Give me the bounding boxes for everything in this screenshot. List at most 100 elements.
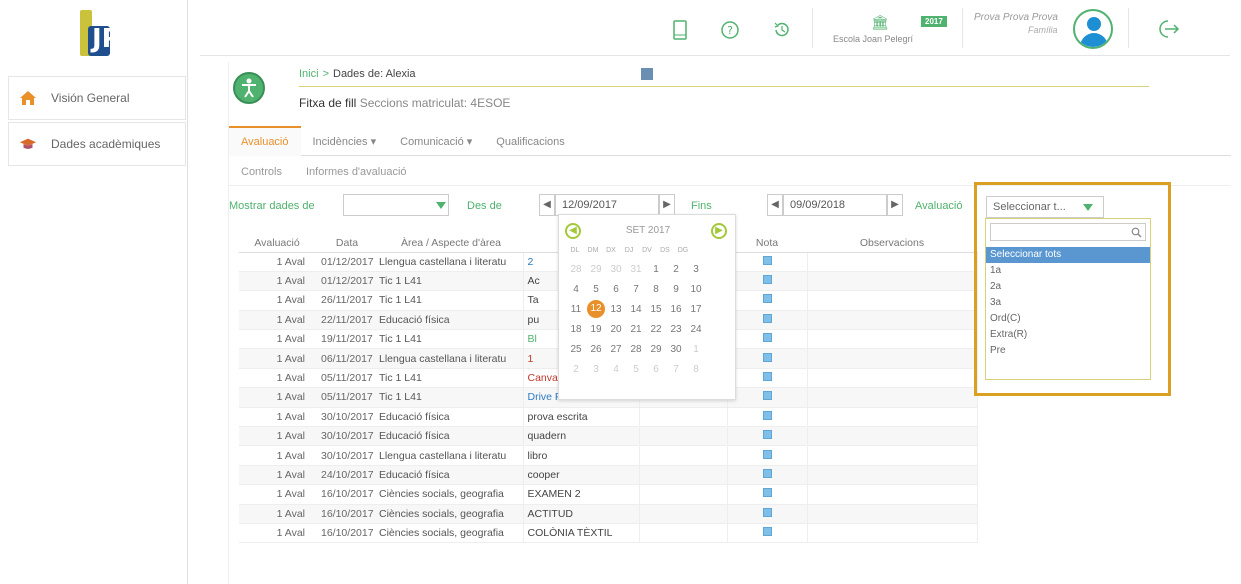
dropdown-option[interactable]: 1a [986,263,1150,279]
calendar-day[interactable]: 30 [607,264,625,275]
calendar-day[interactable]: 19 [587,324,605,335]
calendar-day[interactable]: 28 [567,264,585,275]
calendar-day[interactable]: 17 [687,304,705,315]
calendar-day[interactable]: 6 [607,284,625,295]
table-row[interactable]: 1 Aval 16/10/2017 Ciències socials, geogra… [239,504,978,524]
note-icon[interactable] [762,313,772,323]
calendar-day[interactable]: 1 [647,264,665,275]
cell-nota[interactable] [727,329,808,350]
calendar-day[interactable]: 21 [627,324,645,335]
tab-qualificacions[interactable]: Qualificacions [484,126,576,156]
note-icon[interactable] [762,372,772,382]
calendar-day[interactable]: 18 [567,324,585,335]
note-icon[interactable] [762,255,772,265]
calendar-day[interactable]: 7 [667,364,685,375]
calendar-day[interactable]: 1 [687,344,705,355]
cell-nota[interactable] [727,290,808,311]
table-row[interactable]: 1 Aval 30/10/2017 Educació física quadern [239,426,978,447]
tab-comunicacio[interactable]: Comunicació ▾ [388,126,484,156]
cell-nota[interactable] [727,407,808,428]
app-logo[interactable]: JP [74,6,121,62]
calendar-day[interactable]: 20 [607,324,625,335]
cell-nota[interactable] [727,465,808,486]
calendar-day[interactable]: 10 [687,284,705,295]
dropdown-option[interactable]: Pre [986,343,1150,359]
note-icon[interactable] [762,333,772,343]
avaluacio-select[interactable]: Seleccionar t... [986,196,1104,218]
table-row[interactable]: 1 Aval 24/10/2017 Educació física cooper [239,465,978,486]
cell-nota[interactable] [727,504,808,524]
calendar-day[interactable]: 9 [667,284,685,295]
student-dropdown-icon[interactable] [641,68,653,80]
note-icon[interactable] [762,468,772,478]
dropdown-option[interactable]: Seleccionar tots [986,247,1150,263]
calendar-day[interactable]: 16 [667,304,685,315]
calendar-day[interactable]: 26 [587,344,605,355]
note-icon[interactable] [762,352,772,362]
calendar-day[interactable]: 27 [607,344,625,355]
calendar-day[interactable]: 23 [667,324,685,335]
user-avatar[interactable] [1073,9,1113,49]
mostrar-select[interactable] [343,194,449,216]
dropdown-option[interactable]: Ord(C) [986,311,1150,327]
calendar-day[interactable]: 8 [647,284,665,295]
cell-nota[interactable] [727,271,808,292]
note-icon[interactable] [762,391,772,401]
cell-nota[interactable] [727,445,808,466]
col-header-data[interactable]: Data [315,234,379,253]
calendar-day[interactable]: 14 [627,304,645,315]
calendar-day[interactable]: 13 [607,304,625,315]
cell-description[interactable]: ACTITUD [523,504,640,524]
sidebar-item-dades-academiques[interactable]: Dades acadèmiques [8,122,186,166]
table-row[interactable]: 1 Aval 16/10/2017 Ciències socials, geogra… [239,523,978,544]
breadcrumb-home[interactable]: Inici [299,68,319,80]
calendar-day[interactable]: 2 [667,264,685,275]
calendar-day[interactable]: 29 [587,264,605,275]
calendar-day[interactable]: 5 [587,284,605,295]
note-icon[interactable] [762,294,772,304]
subtab-informes[interactable]: Informes d'avaluació [294,158,419,185]
cell-nota[interactable] [727,387,808,408]
help-icon[interactable]: ? [720,20,740,40]
note-icon[interactable] [762,410,772,420]
calendar-day[interactable]: 30 [667,344,685,355]
cell-nota[interactable] [727,368,808,389]
note-icon[interactable] [762,430,772,440]
cell-description[interactable]: COLÒNIA TÈXTIL [523,523,640,544]
cell-nota[interactable] [727,484,808,505]
accessibility-icon[interactable] [233,72,265,104]
calendar-day[interactable]: 7 [627,284,645,295]
fins-input[interactable]: 09/09/2018 [783,194,887,216]
cell-description[interactable]: cooper [523,465,640,486]
cell-description[interactable]: prova escrita [523,407,640,428]
des-de-input[interactable]: 12/09/2017 [555,194,659,216]
calendar-day[interactable]: 25 [567,344,585,355]
col-header-avaluacio[interactable]: Avaluació [239,234,315,253]
calendar-day[interactable]: 6 [647,364,665,375]
calendar-day[interactable]: 29 [647,344,665,355]
date-next-button[interactable]: ▶ [659,194,675,216]
history-icon[interactable] [772,20,792,40]
dropdown-search-input[interactable] [990,223,1146,241]
school-selector[interactable]: 🏛 2017 Escola Joan Pelegrí [833,14,953,46]
calendar-day[interactable]: 31 [627,264,645,275]
fins-prev-button[interactable]: ◀ [767,194,783,216]
note-icon[interactable] [762,488,772,498]
tab-avaluacio[interactable]: Avaluació [229,126,301,156]
calendar-day[interactable]: 28 [627,344,645,355]
table-row[interactable]: 1 Aval 16/10/2017 Ciències socials, geogra… [239,484,978,505]
calendar-day[interactable]: 22 [647,324,665,335]
tablet-icon[interactable] [670,20,690,40]
fins-next-button[interactable]: ▶ [887,194,903,216]
note-icon[interactable] [762,527,772,537]
calendar-day[interactable]: 2 [567,364,585,375]
note-icon[interactable] [762,449,772,459]
calendar-day[interactable]: 4 [567,284,585,295]
calendar-day[interactable]: 8 [687,364,705,375]
cell-nota[interactable] [727,426,808,447]
table-row[interactable]: 1 Aval 30/10/2017 Llengua castellana i lit… [239,445,978,466]
sidebar-item-vision-general[interactable]: Visión General [8,76,186,120]
note-icon[interactable] [762,507,772,517]
calendar-day[interactable]: 24 [687,324,705,335]
subtab-controls[interactable]: Controls [229,158,294,185]
